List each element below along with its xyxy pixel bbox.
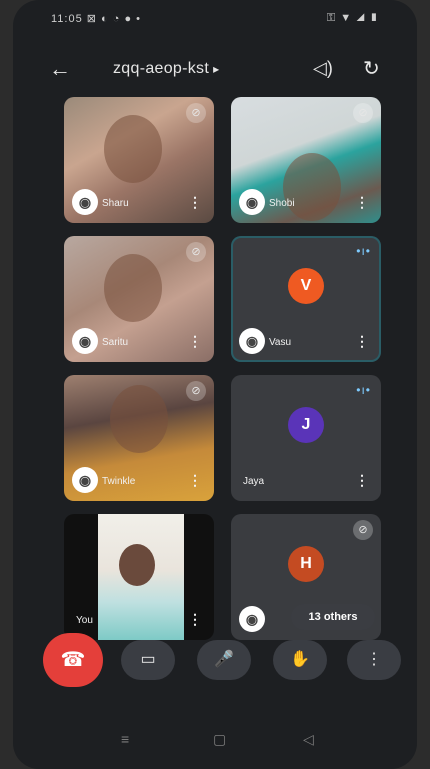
status-bar: 11:05 ⊠ ◐ ◔ ● • ⚿ ▼ ◢ ▮ bbox=[13, 8, 417, 30]
mic-off-icon: ⊘ bbox=[353, 520, 373, 540]
others-count-badge: 13 others bbox=[291, 604, 375, 630]
more-options-icon[interactable]: ⋮ bbox=[188, 611, 202, 628]
more-options-icon[interactable]: ⋮ bbox=[188, 194, 202, 211]
system-nav-bar: ≡ ▢ ◁ bbox=[13, 721, 417, 761]
mic-off-icon: ⊘ bbox=[186, 381, 206, 401]
more-options-icon[interactable]: ⋮ bbox=[355, 194, 369, 211]
mic-off-icon: ⊘ bbox=[186, 103, 206, 123]
avatar: J bbox=[288, 407, 324, 444]
participant-name: You bbox=[76, 615, 93, 626]
more-options-icon[interactable]: ⋮ bbox=[188, 333, 202, 350]
pin-icon[interactable]: ◉ bbox=[72, 189, 98, 215]
mic-toggle-button[interactable]: 🎤 bbox=[197, 640, 251, 680]
participant-tile[interactable]: •ı• V ◉ Vasu ⋮ bbox=[231, 236, 381, 362]
more-options-icon[interactable]: ⋮ bbox=[355, 333, 369, 350]
mic-off-icon: ⊘ bbox=[353, 103, 373, 123]
pin-icon[interactable]: ◉ bbox=[239, 328, 265, 354]
home-icon[interactable]: ▢ bbox=[213, 731, 226, 748]
pin-icon[interactable]: ◉ bbox=[72, 328, 98, 354]
more-options-icon[interactable]: ⋮ bbox=[188, 472, 202, 489]
pin-icon[interactable]: ◉ bbox=[239, 189, 265, 215]
avatar: H bbox=[288, 546, 324, 583]
participant-video bbox=[104, 254, 162, 322]
speaking-indicator-icon: •ı• bbox=[356, 383, 371, 397]
participant-name: Twinkle bbox=[102, 476, 136, 487]
participant-video bbox=[104, 115, 162, 183]
status-time: 11:05 bbox=[51, 13, 83, 25]
more-options-icon[interactable]: ⋮ bbox=[355, 472, 369, 489]
participant-name: Saritu bbox=[102, 337, 129, 348]
participant-tile[interactable]: ⊘ ◉ Twinkle ⋮ bbox=[64, 375, 214, 501]
phone-screen: 11:05 ⊠ ◐ ◔ ● • ⚿ ▼ ◢ ▮ ← zqq-aeop-kst ▸ … bbox=[13, 0, 417, 769]
speaking-indicator-icon: •ı• bbox=[356, 244, 371, 258]
participant-tile[interactable]: ⊘ ◉ Shobi ⋮ bbox=[231, 97, 381, 223]
participant-name: Vasu bbox=[269, 337, 292, 348]
back-nav-icon[interactable]: ◁ bbox=[303, 731, 314, 748]
recents-icon[interactable]: ≡ bbox=[121, 731, 129, 747]
others-tile[interactable]: ⊘ H ◉ 13 others bbox=[231, 514, 381, 640]
end-call-button[interactable]: ☎ bbox=[43, 633, 103, 687]
status-icons-left: ⊠ ◐ ◔ ● • bbox=[86, 13, 142, 25]
chevron-right-icon: ▸ bbox=[213, 62, 220, 76]
switch-camera-icon[interactable]: ↻ bbox=[363, 56, 380, 81]
participant-video bbox=[110, 385, 168, 453]
camera-toggle-button[interactable]: ▭ bbox=[121, 640, 175, 680]
self-face bbox=[119, 544, 155, 586]
participant-name: Sharu bbox=[102, 198, 129, 209]
self-view-tile[interactable]: You ⋮ bbox=[64, 514, 214, 640]
participant-tile[interactable]: ⊘ ◉ Saritu ⋮ bbox=[64, 236, 214, 362]
status-icons-right: ⚿ ▼ ◢ ▮ bbox=[326, 12, 379, 24]
raise-hand-button[interactable]: ✋ bbox=[273, 640, 327, 680]
participant-name: Shobi bbox=[269, 198, 295, 209]
participant-video bbox=[283, 153, 341, 221]
participant-name: Jaya bbox=[243, 476, 265, 487]
call-controls: ☎ ▭ 🎤 ✋ ⋮ bbox=[13, 630, 417, 690]
speaker-icon[interactable]: ◁) bbox=[313, 58, 333, 79]
mic-off-icon: ⊘ bbox=[186, 242, 206, 262]
avatar: V bbox=[288, 268, 324, 305]
meeting-code: zqq-aeop-kst bbox=[113, 60, 210, 77]
pin-icon[interactable]: ◉ bbox=[239, 606, 265, 632]
participant-tile[interactable]: ⊘ ◉ Sharu ⋮ bbox=[64, 97, 214, 223]
meeting-header: ← zqq-aeop-kst ▸ ◁) ↻ bbox=[13, 50, 417, 90]
back-arrow-icon[interactable]: ← bbox=[49, 56, 71, 82]
pin-icon[interactable]: ◉ bbox=[72, 467, 98, 493]
meeting-title[interactable]: zqq-aeop-kst ▸ bbox=[113, 60, 219, 78]
status-left: 11:05 ⊠ ◐ ◔ ● • bbox=[51, 12, 141, 25]
participant-tile[interactable]: •ı• J Jaya ⋮ bbox=[231, 375, 381, 501]
more-options-button[interactable]: ⋮ bbox=[347, 640, 401, 680]
